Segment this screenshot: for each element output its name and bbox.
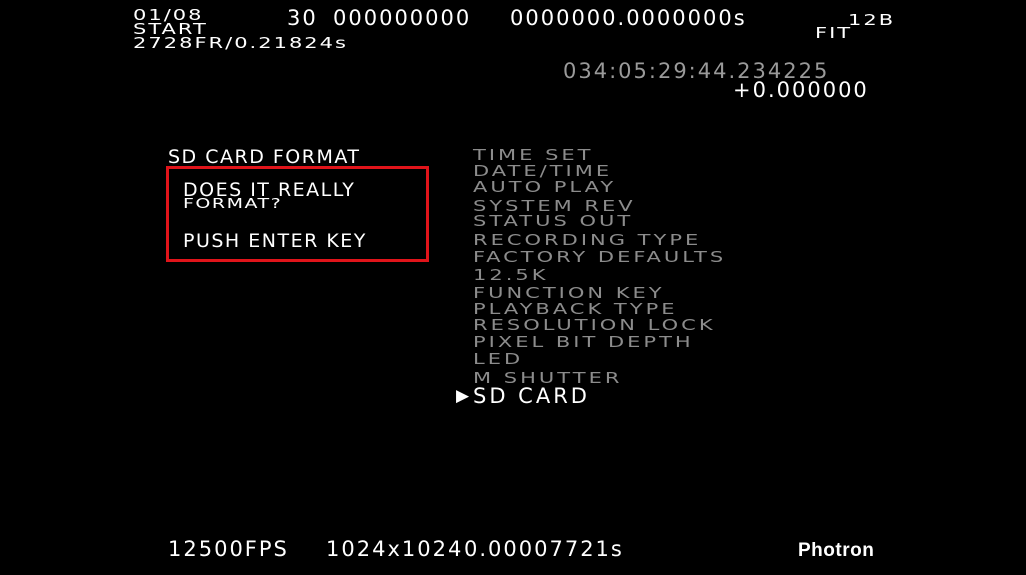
dialog-title: SD CARD FORMAT (168, 146, 361, 168)
time-value: 0000000.0000000s (510, 6, 747, 30)
menu-item-function-key[interactable]: FUNCTION KEY (473, 286, 665, 301)
dialog-instruction: PUSH ENTER KEY (183, 230, 367, 252)
menu-item-date-time[interactable]: DATE/TIME (473, 164, 612, 179)
menu-item-factory-defaults[interactable]: FACTORY DEFAULTS (473, 250, 726, 265)
offset: +0.000000 (733, 78, 869, 102)
frame-rate: 12500FPS (168, 537, 289, 561)
photron-logo: Photron (798, 540, 875, 561)
code-a: 30 (287, 6, 318, 30)
menu-item-led[interactable]: LED (473, 352, 523, 367)
resolution: 1024x1024 (326, 537, 464, 561)
code-b: 000000000 (333, 6, 472, 30)
menu-item-pixel-bit-depth[interactable]: PIXEL BIT DEPTH (473, 335, 694, 350)
menu-item-recording-type[interactable]: RECORDING TYPE (473, 233, 701, 248)
menu-selection-cursor-icon: ▶ (456, 386, 470, 406)
menu-item-playback-type[interactable]: PLAYBACK TYPE (473, 302, 678, 317)
frames-time-readout: 2728FR/0.21824s (133, 34, 348, 52)
dialog-question-line2: FORMAT? (183, 195, 283, 212)
menu-item-sd-card[interactable]: SD CARD (473, 386, 590, 407)
view-mode: FIT (815, 24, 853, 42)
shutter-speed: 0.00007721s (464, 537, 624, 561)
menu-item-resolution-lock[interactable]: RESOLUTION LOCK (473, 318, 716, 333)
bit-depth: 12B (848, 11, 896, 29)
menu-item-status-out[interactable]: STATUS OUT (473, 214, 633, 229)
menu-item-time-set[interactable]: TIME SET (473, 148, 594, 163)
menu-item-12-5k[interactable]: 12.5K (473, 268, 549, 283)
menu-item-auto-play[interactable]: AUTO PLAY (473, 180, 616, 195)
